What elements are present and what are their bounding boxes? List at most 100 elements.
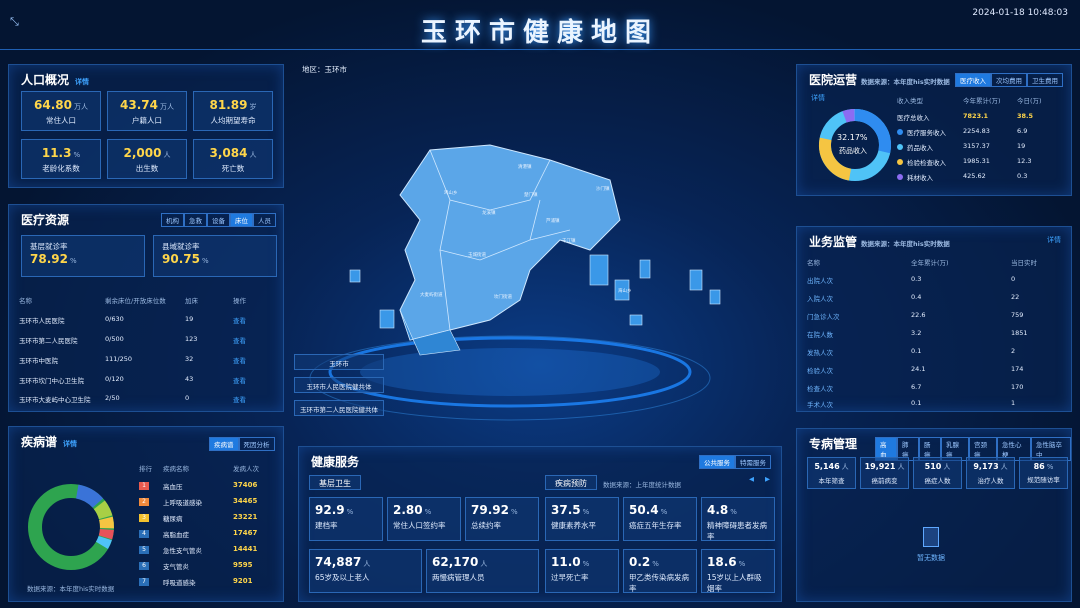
- list-item: 耗材收入 425.62 0.3: [897, 172, 1067, 182]
- disease-panel: 疾病谱 详情 疾病谱 死因分析 排行 疾病名称 发病人次 1 高血压 37406 2 上呼吸…: [8, 426, 284, 602]
- business-header: 名称 全年累计(万) 当日实时: [807, 259, 1037, 267]
- list-item: 药品收入 3157.37 19: [897, 142, 1067, 152]
- tab-emergency[interactable]: 急救: [184, 213, 207, 227]
- income-donut: [819, 109, 891, 181]
- view-link[interactable]: 查看: [233, 335, 246, 345]
- tab-equipment[interactable]: 设备: [207, 213, 230, 227]
- service-title: 健康服务: [311, 455, 360, 469]
- business-title: 业务监管 数据来源：本年度his实时数据: [809, 235, 950, 249]
- list-item: 1 高血压 37406: [139, 481, 279, 491]
- prev-icon[interactable]: ◀: [749, 475, 754, 483]
- table-row: 发热人次 0.1 2: [807, 347, 1016, 357]
- service-card: 18.6% 15岁以上人群吸烟率: [701, 549, 775, 593]
- table-row: 入院人次 0.4 22: [807, 293, 1020, 303]
- map-filter-item[interactable]: 玉环市: [294, 354, 384, 370]
- hospital-title: 医院运营 数据来源：本年度his实时数据: [809, 73, 950, 87]
- service-card: 62,170 人两慢病管理人员: [426, 549, 539, 593]
- special-title: 专病管理: [809, 437, 858, 451]
- donut-label: 药品收入: [839, 147, 867, 155]
- page-title: 玉环市健康地图: [420, 18, 659, 48]
- tab-beds[interactable]: 床位: [230, 213, 253, 227]
- service-card: 37.5% 健康素养水平: [545, 497, 619, 541]
- table-row: 检查人次 6.7 170: [807, 383, 1024, 393]
- table-header: 名称 剩余床位/开放床位数 加床 操作: [19, 297, 246, 305]
- view-link[interactable]: 查看: [233, 355, 246, 365]
- service-card: 11.0% 过早死亡率: [545, 549, 619, 593]
- map-label: 楚门镇: [524, 193, 538, 198]
- map-label: 沙门镇: [596, 187, 610, 192]
- hospital-detail-link[interactable]: 详情: [811, 93, 825, 103]
- tab-disease[interactable]: 疾病谱: [209, 437, 239, 451]
- population-panel: 人口概况 详情 64.80 万人 常住人口 43.74 万人 户籍人口 81.89 岁人均期…: [8, 64, 284, 188]
- tab-health-cost[interactable]: 卫生费用: [1027, 73, 1063, 87]
- collapse-icon[interactable]: ⤡: [10, 15, 19, 29]
- disease-title: 疾病谱 详情: [21, 435, 78, 449]
- tab-institution[interactable]: 机构: [161, 213, 184, 227]
- special-stat: 19,921 人癌前病变: [860, 457, 909, 489]
- service-tabs: 公共服务 特需服务: [699, 455, 771, 469]
- map-filter-item[interactable]: 玉环市人民医院健共体: [294, 377, 384, 393]
- table-row: 玉环市大麦屿中心卫生院 2/50 0 查看: [19, 394, 246, 404]
- hospital-tabs: 医疗收入 次均费用 卫生费用: [955, 73, 1063, 87]
- next-icon[interactable]: ▶: [765, 475, 770, 483]
- stat-card: 2,000 人出生数: [107, 139, 187, 179]
- table-row: 出院人次 0.3 0: [807, 275, 1016, 285]
- business-detail-link[interactable]: 详情: [1047, 235, 1061, 245]
- map-label: 龙溪镇: [482, 211, 496, 216]
- empty-data-label: 暂无数据: [917, 554, 945, 562]
- medical-panel: 医疗资源 机构 急救 设备 床位 人员 基层就诊率 78.92% 县域就诊率 9…: [8, 204, 284, 412]
- medical-title: 医疗资源: [21, 213, 70, 227]
- tab-public-service[interactable]: 公共服务: [699, 455, 735, 469]
- service-card: 74,887 人 65岁及以上老人: [309, 549, 422, 593]
- map-filter-item[interactable]: 玉环市第二人民医院健共体: [294, 400, 384, 416]
- list-item: 4 高脂血症 17467: [139, 529, 279, 539]
- stat-card: 81.89 岁人均期望寿命: [193, 91, 273, 131]
- rate-card: 县域就诊率 90.75%: [153, 235, 277, 277]
- region-label: 地区：玉环市: [302, 65, 347, 74]
- list-item: 医疗服务收入 2254.83 6.9: [897, 127, 1067, 137]
- service-card: 92.9% 建档率: [309, 497, 383, 541]
- table-row: 玉环市中医院 111/250 32 查看: [19, 355, 246, 365]
- map-label: 鸡山乡: [444, 191, 458, 196]
- population-detail-link[interactable]: 详情: [75, 78, 89, 86]
- header: 玉环市健康地图: [300, 0, 780, 52]
- tab-death-cause[interactable]: 死因分析: [238, 437, 275, 451]
- special-panel: 专病管理 高血 肺癌 肠癌 乳腺癌 宫颈癌 急性心梗 急性脑卒中 5,146 人本…: [796, 428, 1072, 602]
- view-link[interactable]: 查看: [233, 375, 246, 385]
- table-row: 玉环市坎门中心卫生院 0/120 43 查看: [19, 375, 246, 385]
- donut-pct: 32.17%: [837, 133, 868, 142]
- special-stat: 510 人癌症人数: [913, 457, 962, 489]
- list-item: 7 呼吸道感染 9201: [139, 577, 279, 587]
- map-label: 海山乡: [618, 289, 632, 294]
- tab-medical-income[interactable]: 医疗收入: [955, 73, 991, 87]
- tab-special-service[interactable]: 特需服务: [735, 455, 771, 469]
- list-item: 2 上呼吸道感染 34465: [139, 497, 279, 507]
- service-card: 4.8% 精神障碍患者发病率: [701, 497, 775, 541]
- stat-card: 43.74 万人 户籍人口: [107, 91, 187, 131]
- list-item: 医疗总收入 7823.1 38.5: [897, 112, 1034, 122]
- sub-title: 基层卫生: [309, 475, 361, 490]
- table-row: 门急诊人次 22.6 759: [807, 311, 1024, 321]
- disease-header: 排行 疾病名称 发病人次: [139, 465, 259, 473]
- rate-card: 基层就诊率 78.92%: [21, 235, 145, 277]
- view-link[interactable]: 查看: [233, 315, 246, 325]
- map-label: 坎门街道: [494, 295, 512, 300]
- tab-average-cost[interactable]: 次均费用: [991, 73, 1027, 87]
- service-source: 数据来源：上年度统计数据: [603, 481, 681, 489]
- service-card: 50.4% 癌症五年生存率: [623, 497, 697, 541]
- list-item: 6 支气管炎 9595: [139, 561, 279, 571]
- empty-data-icon: [923, 527, 939, 547]
- map-label: 大麦屿街道: [420, 293, 443, 298]
- disease-detail-link[interactable]: 详情: [63, 440, 77, 448]
- list-item: 检验检查收入 1985.31 12.3: [897, 157, 1067, 167]
- service-card: 0.2% 甲乙类传染病发病率: [623, 549, 697, 593]
- service-card: 79.92% 总续约率: [465, 497, 539, 541]
- map-label: 芦浦镇: [546, 219, 560, 224]
- special-stat: 5,146 人本年筛查: [807, 457, 856, 489]
- disease-source: 数据来源：本年度his实时数据: [27, 585, 115, 593]
- tab-staff[interactable]: 人员: [253, 213, 276, 227]
- view-link[interactable]: 查看: [233, 394, 246, 404]
- table-row: 玉环市第二人民医院 0/500 123 查看: [19, 335, 246, 345]
- table-row: 检验人次 24.1 174: [807, 365, 1024, 375]
- special-stat: 9,173 人治疗人数: [966, 457, 1015, 489]
